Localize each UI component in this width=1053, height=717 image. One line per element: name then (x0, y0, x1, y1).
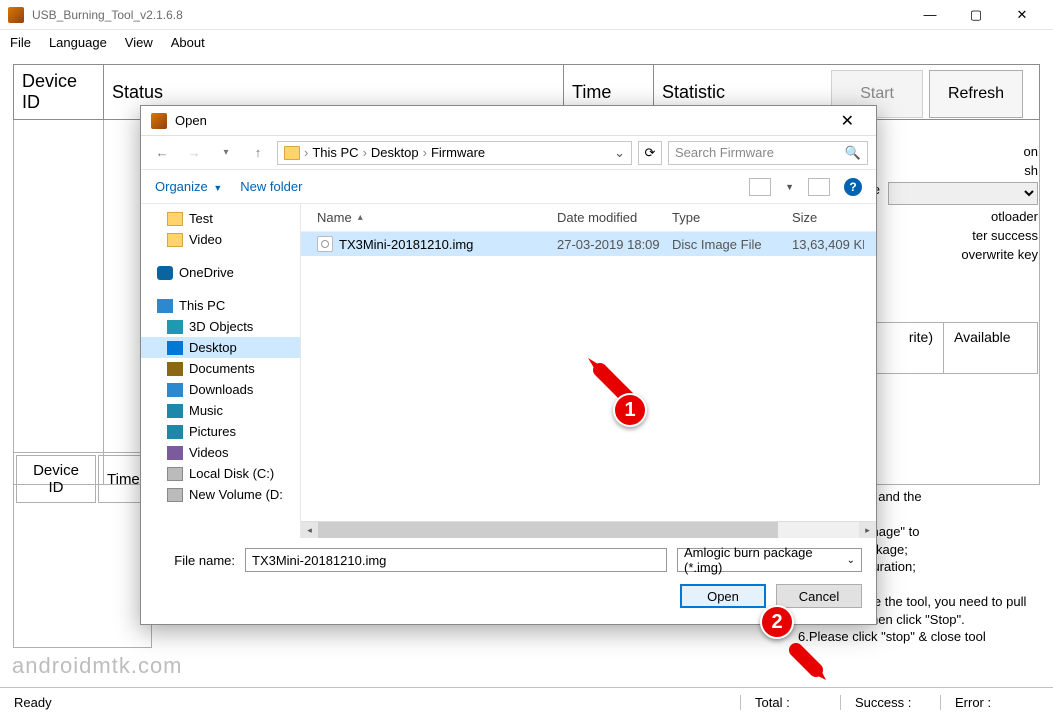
folder-icon (284, 146, 300, 160)
organize-menu[interactable]: Organize ▼ (155, 179, 222, 194)
tree-downloads[interactable]: Downloads (141, 379, 300, 400)
status-success: Success : (840, 695, 940, 710)
tree-newvolume[interactable]: New Volume (D: (141, 484, 300, 505)
view-dropdown-icon[interactable]: ▼ (785, 182, 794, 192)
view-list-icon[interactable] (749, 178, 771, 196)
menubar: File Language View About (0, 30, 1053, 54)
watermark: androidmtk.com (12, 653, 183, 679)
tree-music[interactable]: Music (141, 400, 300, 421)
file-size: 13,63,409 KB (784, 237, 864, 252)
search-icon: 🔍 (845, 145, 861, 161)
menu-view[interactable]: View (125, 35, 153, 50)
maximize-button[interactable]: ▢ (953, 0, 999, 30)
sort-asc-icon: ▴ (358, 212, 363, 223)
dialog-title: Open (175, 113, 207, 128)
tree-documents[interactable]: Documents (141, 358, 300, 379)
status-ready: Ready (0, 695, 740, 710)
lower-col-id: Device ID (16, 455, 96, 503)
status-error: Error : (940, 695, 1005, 710)
statusbar: Ready Total : Success : Error : (0, 687, 1053, 717)
tree-test[interactable]: Test (141, 208, 300, 229)
nav-up-button[interactable]: ↑ (245, 140, 271, 166)
bc-thispc[interactable]: This PC (312, 145, 358, 160)
help-icon[interactable]: ? (844, 178, 862, 196)
nav-refresh-button[interactable]: ⟳ (638, 141, 662, 165)
menu-file[interactable]: File (10, 35, 31, 50)
annotation-marker-2: 2 (760, 605, 794, 639)
col-device-id: Device ID (14, 65, 104, 120)
dialog-icon (151, 113, 167, 129)
minimize-button[interactable]: — (907, 0, 953, 30)
tree-pictures[interactable]: Pictures (141, 421, 300, 442)
file-name: TX3Mini-20181210.img (339, 237, 473, 252)
tree-video[interactable]: Video (141, 229, 300, 250)
status-available: Available (944, 323, 1021, 373)
menu-language[interactable]: Language (49, 35, 107, 50)
status-total: Total : (740, 695, 840, 710)
status-table: Device ID Time (13, 452, 152, 648)
col-type: Type (664, 210, 784, 225)
app-icon (8, 7, 24, 23)
open-dialog: Open ✕ ← → ▾ ↑ › This PC › Desktop › Fir… (140, 105, 877, 625)
file-date: 27-03-2019 18:09 (549, 237, 664, 252)
annotation-arrow-2 (786, 640, 836, 690)
file-type: Disc Image File (664, 237, 784, 252)
file-row-selected[interactable]: TX3Mini-20181210.img 27-03-2019 18:09 Di… (301, 232, 876, 256)
col-name: Name▴ (309, 210, 549, 225)
titlebar: USB_Burning_Tool_v2.1.6.8 — ▢ ✕ (0, 0, 1053, 30)
search-placeholder: Search Firmware (675, 145, 774, 160)
window-title: USB_Burning_Tool_v2.1.6.8 (32, 8, 183, 22)
tree-localdisk[interactable]: Local Disk (C:) (141, 463, 300, 484)
scroll-right-icon: ▸ (859, 522, 876, 539)
file-list-header[interactable]: Name▴ Date modified Type Size (301, 204, 876, 232)
filename-label: File name: (155, 553, 235, 568)
search-input[interactable]: Search Firmware 🔍 (668, 141, 868, 165)
tree-3dobjects[interactable]: 3D Objects (141, 316, 300, 337)
bc-desktop[interactable]: Desktop (371, 145, 419, 160)
breadcrumb[interactable]: › This PC › Desktop › Firmware ⌄ (277, 141, 632, 165)
bc-firmware[interactable]: Firmware (431, 145, 485, 160)
open-button[interactable]: Open (680, 584, 766, 608)
scroll-thumb[interactable] (318, 522, 778, 539)
close-button[interactable]: ✕ (999, 0, 1045, 30)
dialog-close-button[interactable]: ✕ (829, 111, 866, 131)
refresh-button[interactable]: Refresh (929, 70, 1023, 118)
filetype-filter[interactable]: Amlogic burn package (*.img)⌄ (677, 548, 862, 572)
nav-back-button[interactable]: ← (149, 140, 175, 166)
menu-about[interactable]: About (171, 35, 205, 50)
annotation-marker-1: 1 (613, 393, 647, 427)
col-size: Size (784, 210, 864, 225)
filename-input[interactable] (245, 548, 667, 572)
disc-image-icon (317, 236, 333, 252)
scroll-left-icon: ◂ (301, 522, 318, 539)
horizontal-scrollbar[interactable]: ◂ ▸ (301, 521, 876, 538)
new-folder-button[interactable]: New folder (240, 179, 302, 194)
preview-pane-icon[interactable] (808, 178, 830, 196)
col-date: Date modified (549, 210, 664, 225)
tree-thispc[interactable]: This PC (141, 295, 300, 316)
erase-select[interactable] (888, 182, 1038, 205)
tree-desktop[interactable]: Desktop (141, 337, 300, 358)
nav-forward-button[interactable]: → (181, 140, 207, 166)
tree-videos[interactable]: Videos (141, 442, 300, 463)
folder-tree: Test Video OneDrive This PC 3D Objects D… (141, 204, 301, 538)
nav-history-button[interactable]: ▾ (213, 140, 239, 166)
tree-onedrive[interactable]: OneDrive (141, 262, 300, 283)
